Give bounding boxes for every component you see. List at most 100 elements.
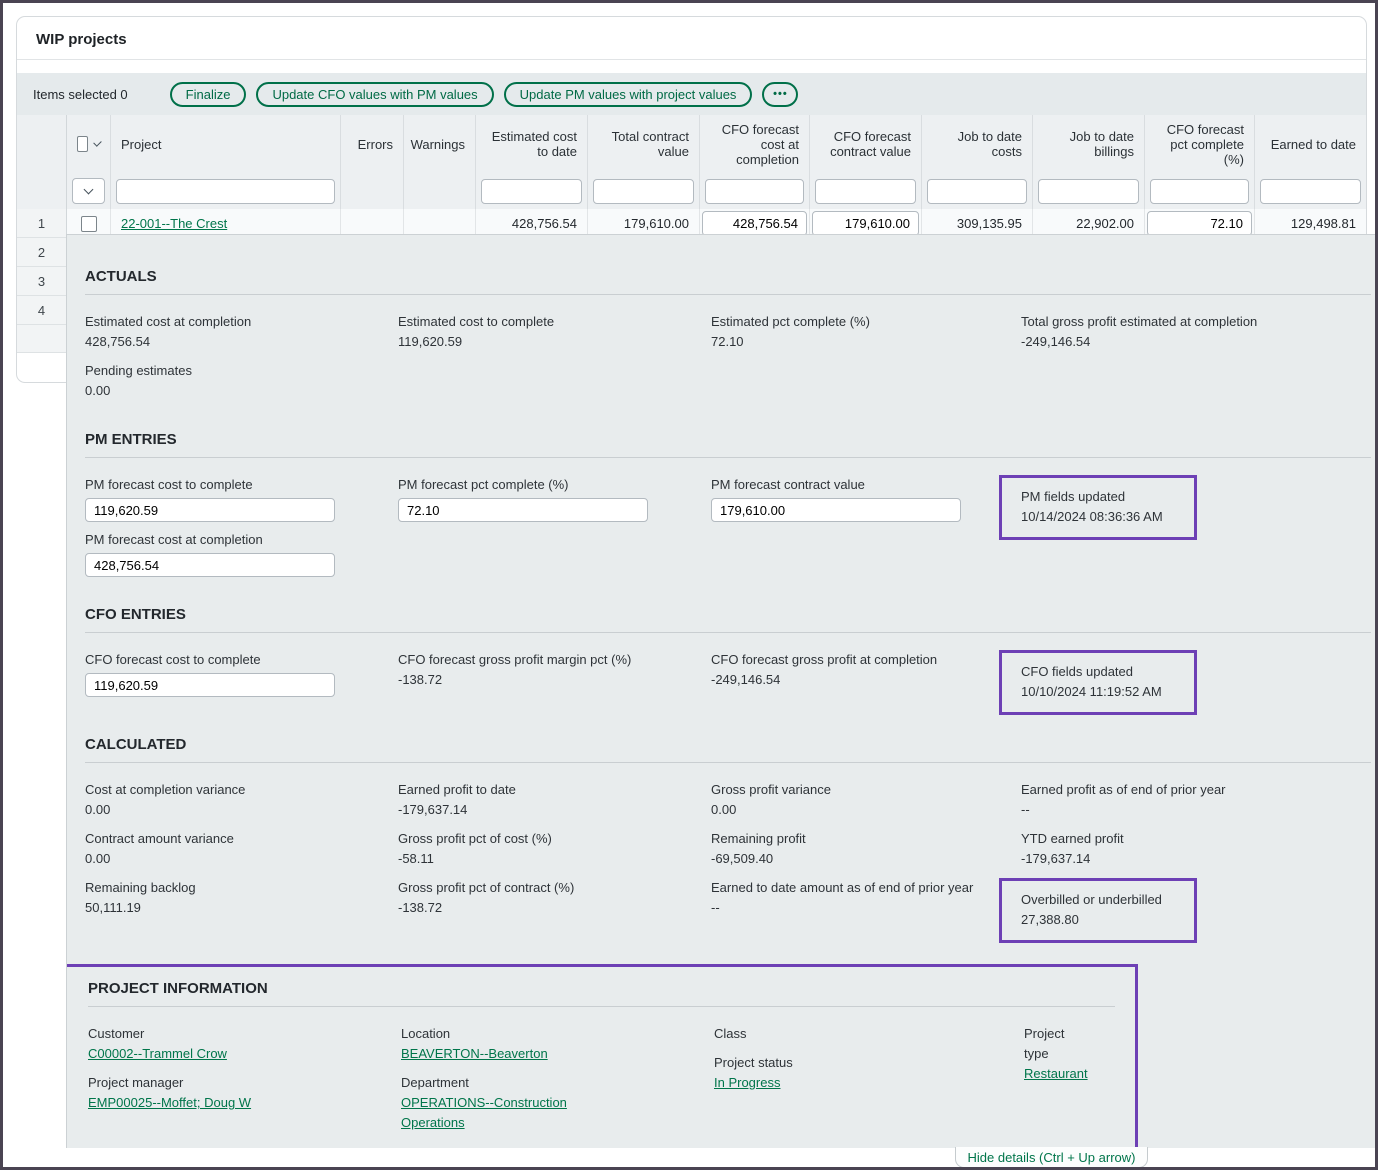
column-header-cfo-forecast-pct-complete: CFO forecast pct complete (%) bbox=[1145, 115, 1255, 173]
title-divider bbox=[17, 59, 1366, 60]
customer-link[interactable]: C00002--Trammel Crow bbox=[88, 1046, 227, 1061]
select-all-header bbox=[67, 115, 111, 173]
pm-contract-value-field: PM forecast contract value bbox=[711, 475, 985, 522]
filter-total-contract-cell bbox=[588, 173, 700, 209]
cfo-fields-updated-label: CFO fields updated bbox=[1021, 662, 1182, 682]
filter-gutter bbox=[17, 173, 67, 209]
pm-cost-to-complete-input[interactable] bbox=[85, 498, 335, 522]
project-manager-link[interactable]: EMP00025--Moffet; Doug W bbox=[88, 1095, 251, 1110]
column-header-earned-to-date: Earned to date bbox=[1255, 115, 1366, 173]
cfo-fields-updated-value: 10/10/2024 11:19:52 AM bbox=[1021, 682, 1182, 702]
location-field: Location BEAVERTON--Beaverton bbox=[401, 1024, 572, 1064]
filter-jtd-costs-cell bbox=[922, 173, 1033, 209]
project-information-section-title: PROJECT INFORMATION bbox=[88, 980, 1115, 1007]
pm-fields-updated-annotation: PM fields updated 10/14/2024 08:36:36 AM bbox=[999, 475, 1197, 540]
column-header-warnings: Warnings bbox=[404, 115, 476, 173]
cfo-cost-to-complete-input[interactable] bbox=[85, 673, 335, 697]
class-field: Class bbox=[714, 1024, 771, 1044]
cfo-entries-section-title: CFO ENTRIES bbox=[85, 606, 1371, 633]
jtd-billings-filter-input[interactable] bbox=[1038, 179, 1139, 204]
gross-profit-pct-of-cost-field: Gross profit pct of cost (%) -58.11 bbox=[398, 829, 576, 869]
pm-cost-at-completion-input[interactable] bbox=[85, 553, 335, 577]
department-link[interactable]: OPERATIONS--Construction Operations bbox=[401, 1095, 567, 1130]
filter-warnings-cell bbox=[404, 173, 476, 209]
cfo-cost-to-complete-field: CFO forecast cost to complete bbox=[85, 650, 359, 697]
update-cfo-values-button[interactable]: Update CFO values with PM values bbox=[256, 82, 493, 107]
filter-earned-cell bbox=[1255, 173, 1366, 209]
contract-amount-variance-field: Contract amount variance 0.00 bbox=[85, 829, 258, 869]
pm-fields-updated-label: PM fields updated bbox=[1021, 487, 1182, 507]
pm-pct-complete-field: PM forecast pct complete (%) bbox=[398, 475, 672, 522]
actuals-section-title: ACTUALS bbox=[85, 268, 1371, 295]
pm-entries-section: PM ENTRIES PM forecast cost to complete … bbox=[85, 431, 1375, 585]
actuals-section: ACTUALS Estimated cost at completion 428… bbox=[85, 268, 1375, 410]
row-checkbox[interactable] bbox=[81, 216, 97, 232]
pct-complete-filter-input[interactable] bbox=[1150, 179, 1249, 204]
earned-to-date-prior-year-field: Earned to date amount as of end of prior… bbox=[711, 878, 997, 918]
grid-toolbar: Items selected 0 Finalize Update CFO val… bbox=[17, 73, 1366, 115]
estimated-cost-to-complete-field: Estimated cost to complete 119,620.59 bbox=[398, 312, 578, 352]
remaining-backlog-field: Remaining backlog 50,111.19 bbox=[85, 878, 220, 918]
project-type-link[interactable]: Restaurant bbox=[1024, 1066, 1088, 1081]
cfo-forecast-contract-input[interactable] bbox=[812, 211, 919, 236]
pm-fields-updated-value: 10/14/2024 08:36:36 AM bbox=[1021, 507, 1182, 527]
filter-pct-complete-cell bbox=[1145, 173, 1255, 209]
selection-dropdown-button[interactable] bbox=[72, 178, 105, 204]
total-gross-profit-field: Total gross profit estimated at completi… bbox=[1021, 312, 1281, 352]
overbilled-underbilled-value: 27,388.80 bbox=[1021, 910, 1182, 930]
calculated-section: CALCULATED Cost at completion variance 0… bbox=[85, 736, 1375, 943]
total-contract-filter-input[interactable] bbox=[593, 179, 694, 204]
filter-project-cell bbox=[111, 173, 341, 209]
cfo-contract-filter-input[interactable] bbox=[815, 179, 916, 204]
estimated-cost-at-completion-field: Estimated cost at completion 428,756.54 bbox=[85, 312, 275, 352]
pm-cost-to-complete-field: PM forecast cost to complete bbox=[85, 475, 359, 522]
chevron-down-icon[interactable] bbox=[93, 138, 101, 146]
row-number: 2 bbox=[17, 238, 67, 267]
column-header-job-to-date-costs: Job to date costs bbox=[922, 115, 1033, 173]
table-header-row: Project Errors Warnings Estimated cost t… bbox=[17, 115, 1366, 173]
pm-pct-complete-input[interactable] bbox=[398, 498, 648, 522]
pm-cost-at-completion-field: PM forecast cost at completion bbox=[85, 530, 359, 577]
calculated-section-title: CALCULATED bbox=[85, 736, 1371, 763]
row-details-panel: ACTUALS Estimated cost at completion 428… bbox=[66, 234, 1375, 1148]
earned-filter-input[interactable] bbox=[1260, 179, 1361, 204]
filter-jtd-billings-cell bbox=[1033, 173, 1145, 209]
update-pm-values-button[interactable]: Update PM values with project values bbox=[504, 82, 753, 107]
cfo-pct-complete-input[interactable] bbox=[1147, 211, 1252, 236]
page-title: WIP projects bbox=[17, 17, 1366, 59]
pm-entries-section-title: PM ENTRIES bbox=[85, 431, 1371, 458]
pm-contract-value-input[interactable] bbox=[711, 498, 961, 522]
more-actions-button[interactable]: ••• bbox=[762, 82, 798, 107]
project-status-link[interactable]: In Progress bbox=[714, 1075, 780, 1090]
row-number: 3 bbox=[17, 267, 67, 296]
wip-projects-screen: WIP projects Items selected 0 Finalize U… bbox=[0, 0, 1378, 1170]
row-number: 4 bbox=[17, 296, 67, 325]
column-header-cfo-forecast-contract-value: CFO forecast contract value bbox=[810, 115, 922, 173]
cfo-gross-profit-margin-field: CFO forecast gross profit margin pct (%)… bbox=[398, 650, 655, 690]
project-filter-input[interactable] bbox=[116, 179, 335, 204]
finalize-button[interactable]: Finalize bbox=[170, 82, 247, 107]
department-field: Department OPERATIONS--Construction Oper… bbox=[401, 1073, 606, 1133]
column-header-project: Project bbox=[111, 115, 341, 173]
column-header-errors: Errors bbox=[341, 115, 404, 173]
filter-cfo-contract-cell bbox=[810, 173, 922, 209]
column-header-total-contract-value: Total contract value bbox=[588, 115, 700, 173]
cfo-cost-filter-input[interactable] bbox=[705, 179, 804, 204]
column-header-cfo-forecast-cost-at-completion: CFO forecast cost at completion bbox=[700, 115, 810, 173]
gross-profit-pct-of-contract-field: Gross profit pct of contract (%) -138.72 bbox=[398, 878, 598, 918]
estimated-pct-complete-field: Estimated pct complete (%) 72.10 bbox=[711, 312, 894, 352]
filter-estimated-cost-cell bbox=[476, 173, 588, 209]
hide-details-tab[interactable]: Hide details (Ctrl + Up arrow) bbox=[955, 1147, 1148, 1168]
location-link[interactable]: BEAVERTON--Beaverton bbox=[401, 1046, 548, 1061]
pending-estimates-field: Pending estimates 0.00 bbox=[85, 361, 216, 401]
cfo-fields-updated-annotation: CFO fields updated 10/10/2024 11:19:52 A… bbox=[999, 650, 1197, 715]
row-gutter: 2 3 4 bbox=[17, 238, 67, 353]
row-number-header bbox=[17, 115, 67, 173]
table-filter-row bbox=[17, 173, 1366, 209]
project-link[interactable]: 22-001--The Crest bbox=[121, 216, 227, 231]
estimated-cost-filter-input[interactable] bbox=[481, 179, 582, 204]
cfo-forecast-cost-input[interactable] bbox=[702, 211, 807, 236]
filter-errors-cell bbox=[341, 173, 404, 209]
select-all-checkbox[interactable] bbox=[77, 136, 88, 152]
jtd-costs-filter-input[interactable] bbox=[927, 179, 1027, 204]
